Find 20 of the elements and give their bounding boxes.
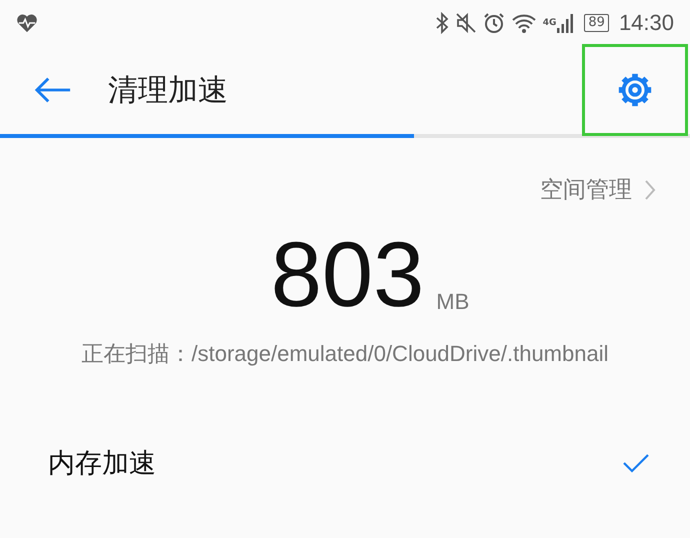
signal-icon [556, 12, 574, 34]
size-value: 803 [270, 225, 424, 325]
battery-level: 89 [584, 14, 609, 32]
back-arrow-icon[interactable] [34, 75, 72, 105]
check-icon[interactable] [622, 453, 650, 473]
bluetooth-icon [434, 12, 449, 34]
alarm-icon [482, 12, 505, 34]
chevron-icon [644, 178, 656, 200]
wifi-icon [510, 12, 537, 34]
mute-icon [454, 12, 477, 34]
space-management-link[interactable]: 空间管理 [540, 174, 632, 205]
settings-icon [616, 71, 654, 109]
item-label: 内存加速 [48, 447, 156, 481]
heart-rate-icon [16, 13, 38, 33]
network-label: 4G [542, 18, 556, 28]
clock-time: 14:30 [618, 10, 674, 36]
page-title: 清理加速 [108, 72, 228, 110]
settings-button[interactable] [582, 44, 688, 136]
scan-status: 正在扫描：/storage/emulated/0/CloudDrive/.thumbnail [80, 340, 610, 368]
size-unit: MB [436, 289, 470, 315]
